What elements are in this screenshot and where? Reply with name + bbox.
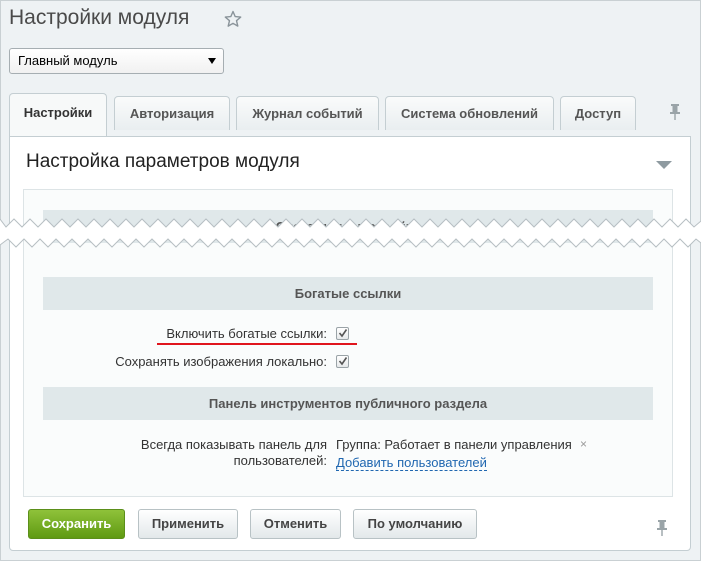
save-images-label: Сохранять изображения локально: <box>115 354 327 369</box>
save-images-checkbox[interactable] <box>336 355 349 368</box>
section-header-public-panel: Панель инструментов публичного раздела <box>43 387 653 420</box>
tab-update-system[interactable]: Система обновлений <box>385 96 554 130</box>
group-value: Группа: Работает в панели управления <box>336 437 572 452</box>
add-users-link[interactable]: Добавить пользователей <box>336 455 487 471</box>
section-header-rich-links: Богатые ссылки <box>43 277 653 310</box>
rich-links-label: Включить богатые ссылки: <box>166 326 327 341</box>
torn-edge <box>0 218 701 248</box>
star-icon[interactable] <box>224 10 242 28</box>
check-icon <box>338 329 348 338</box>
triangle-down-icon[interactable] <box>656 161 672 169</box>
module-select[interactable]: Главный модуль <box>9 48 224 74</box>
check-icon <box>338 357 348 366</box>
module-select-value: Главный модуль <box>18 53 118 68</box>
tab-event-log[interactable]: Журнал событий <box>236 96 379 130</box>
default-button[interactable]: По умолчанию <box>353 509 477 539</box>
highlight-underline <box>157 343 357 345</box>
panel-title: Настройка параметров модуля <box>26 151 300 172</box>
page-title: Настройки модуля <box>9 6 190 29</box>
tab-settings[interactable]: Настройки <box>9 93 107 137</box>
chevron-down-icon <box>208 58 216 64</box>
always-show-panel-label: Всегда показывать панель для пользовател… <box>140 437 327 468</box>
pin-icon[interactable] <box>668 103 682 121</box>
tab-access[interactable]: Доступ <box>560 96 636 130</box>
tab-authorization[interactable]: Авторизация <box>114 96 230 130</box>
apply-button[interactable]: Применить <box>138 509 238 539</box>
cancel-button[interactable]: Отменить <box>250 509 341 539</box>
remove-icon[interactable]: × <box>580 437 587 451</box>
save-button[interactable]: Сохранить <box>28 509 125 539</box>
rich-links-checkbox[interactable] <box>336 327 349 340</box>
pin-icon[interactable] <box>655 519 669 537</box>
